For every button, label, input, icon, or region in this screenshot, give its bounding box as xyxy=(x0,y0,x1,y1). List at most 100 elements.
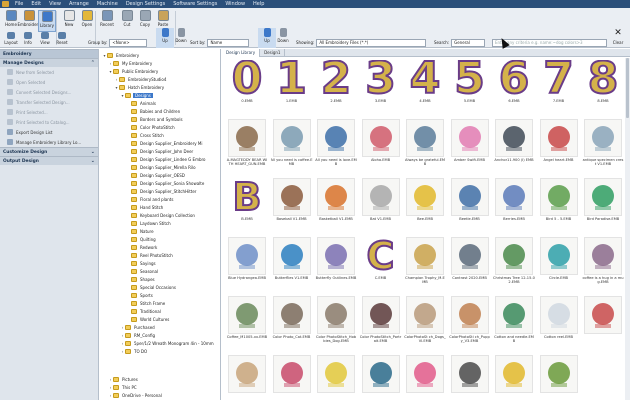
tab-design-library[interactable]: Design Library xyxy=(222,49,261,57)
design-tile[interactable]: Contrast 2020.EMB xyxy=(449,237,491,291)
task-convert-selected-designs[interactable]: Convert Selected Designs... xyxy=(0,87,98,97)
tree-node[interactable]: ▾ Embroidery xyxy=(102,51,140,59)
tree-node[interactable]: Nature xyxy=(126,227,155,235)
sort-down-button[interactable]: Down xyxy=(274,28,292,48)
design-tile[interactable]: Aloha.EMB xyxy=(360,119,402,173)
design-tile[interactable] xyxy=(493,355,535,400)
embroidery-button[interactable]: Embroidery xyxy=(17,10,41,32)
tree-node[interactable]: World Cultures xyxy=(126,315,170,323)
design-tile[interactable]: Cotton and needle.EMB xyxy=(493,296,535,350)
design-tile[interactable]: coffee is a hug in a mug.EMB xyxy=(582,237,624,291)
tree-node[interactable]: Laydown Stitch xyxy=(126,219,172,227)
showing-filter-select[interactable]: All Embroidery Files (*.*) xyxy=(316,38,427,47)
tree-node[interactable]: › OneDrive - Personal xyxy=(108,391,163,399)
tree-node[interactable]: Hand Stitch xyxy=(126,203,164,211)
design-tile[interactable]: Bat V1.EMB xyxy=(360,178,402,232)
cut-button[interactable]: Cut xyxy=(118,10,136,32)
open-button[interactable]: Open xyxy=(78,10,96,32)
copy-button[interactable]: Copy xyxy=(136,10,154,32)
design-tile[interactable]: Cotton reel.EMB xyxy=(538,296,580,350)
scrollbar-thumb[interactable] xyxy=(626,58,629,118)
menu-item-window[interactable]: Window xyxy=(221,0,249,8)
tree-node[interactable]: ▾ Designs xyxy=(120,91,153,99)
task-open-selected[interactable]: Open Selected xyxy=(0,77,98,87)
tree-node[interactable]: Floral and plants xyxy=(126,195,174,203)
design-tile[interactable]: Bird 5 - 5.EMB xyxy=(538,178,580,232)
design-tile[interactable]: 5 5.EMB xyxy=(449,60,491,114)
design-tile[interactable] xyxy=(226,355,268,400)
library-button[interactable]: Library xyxy=(38,10,56,32)
tree-node[interactable]: › TO DO xyxy=(120,347,148,355)
search-scope-select[interactable]: General xyxy=(451,38,486,47)
design-tile[interactable]: ColorPhotoSt ch_Dogs_VI.EMB xyxy=(404,296,446,350)
tree-node[interactable]: › RM_Config xyxy=(120,331,156,339)
design-tile[interactable] xyxy=(271,355,313,400)
tree-node[interactable]: › This PC xyxy=(108,383,138,391)
design-tile[interactable] xyxy=(582,296,624,350)
menu-item-machine[interactable]: Machine xyxy=(93,0,122,8)
tree-node[interactable]: Animals xyxy=(126,99,157,107)
design-tile[interactable]: Butterfly Outlines.EMB xyxy=(315,237,357,291)
design-tile[interactable]: 6 6.EMB xyxy=(493,60,535,114)
design-tile[interactable]: 8 8.EMB xyxy=(582,60,624,114)
collapse-icon[interactable]: ⌃ xyxy=(91,60,95,66)
tree-node[interactable]: Design Supplier_OESD xyxy=(126,171,186,179)
tree-node[interactable]: ▾ Hatch Embroidery xyxy=(114,83,165,91)
menu-item-help[interactable]: Help xyxy=(249,0,268,8)
design-tile[interactable]: 4 4.EMB xyxy=(404,60,446,114)
design-tile[interactable]: Christmas Tree 12-15-02.EMB xyxy=(493,237,535,291)
task-transfer-selected-design[interactable]: Transfer Selected Design... xyxy=(0,97,98,107)
tree-node[interactable]: Sports xyxy=(126,291,154,299)
task-new-from-selected[interactable]: New from Selected xyxy=(0,67,98,77)
design-tile[interactable]: Baseball V1.EMB xyxy=(271,178,313,232)
tree-node[interactable]: Stitch Frame xyxy=(126,299,166,307)
tree-node[interactable]: ▾ Public Embroidery xyxy=(108,67,159,75)
design-tile[interactable]: Color Photo_Cat.EMB xyxy=(271,296,313,350)
tree-node[interactable]: Babies and Children xyxy=(126,107,181,115)
design-tile[interactable]: Color PhotoStitch_Hobbies_Dog.EMB xyxy=(315,296,357,350)
tree-node[interactable]: Design Supplier_Mirella Rilo xyxy=(126,163,197,171)
design-tile[interactable] xyxy=(538,355,580,400)
task-print-selected-to-catalog[interactable]: Print Selected to Catalog... xyxy=(0,117,98,127)
info-view-button[interactable]: Info xyxy=(19,32,37,46)
task-print-selected[interactable]: Print Selected... xyxy=(0,107,98,117)
tree-node[interactable]: Reel PhotoStitch xyxy=(126,251,174,259)
tree-node[interactable]: › Purchased xyxy=(120,323,156,331)
tree-node[interactable]: › 5per/1/2 Wreath Monogram 4in - 10mm xyxy=(120,339,215,347)
design-tile[interactable]: Coffee_M1005-xx.EMB xyxy=(226,296,268,350)
tree-node[interactable]: › Pictures xyxy=(108,375,139,383)
tree-node[interactable]: Shapes xyxy=(126,275,156,283)
design-tile[interactable] xyxy=(360,355,402,400)
design-tile[interactable] xyxy=(315,355,357,400)
tree-node[interactable]: Design Supplier_StitchHitter xyxy=(126,187,197,195)
design-tile[interactable]: A-MAGTEDDY BEAR WITH HEART_GUN.EMB xyxy=(226,119,268,173)
new-button[interactable]: New xyxy=(60,10,78,32)
menu-item-arrange[interactable]: Arrange xyxy=(65,0,93,8)
design-tile[interactable]: Berries.EMB xyxy=(493,178,535,232)
design-tile[interactable] xyxy=(449,355,491,400)
manage-designs-header[interactable]: Manage Designs ⌃ xyxy=(0,58,98,67)
layout-view-button[interactable]: Layout xyxy=(2,32,20,46)
reset-view-button[interactable]: Reset xyxy=(53,32,71,46)
tree-node[interactable]: › EmbroideryStudio4 xyxy=(114,75,167,83)
design-tile[interactable]: Color PhotoStitch_Portrait.EMB xyxy=(360,296,402,350)
design-tile[interactable]: B B.EMB xyxy=(226,178,268,232)
design-tile[interactable]: 1 1.EMB xyxy=(271,60,313,114)
tree-node[interactable]: Special Occasions xyxy=(126,283,177,291)
design-tile[interactable]: antique specimen crest V1.EMB xyxy=(582,119,624,173)
design-tile[interactable]: All you need is coffee.EMB xyxy=(271,119,313,173)
view-view-button[interactable]: View xyxy=(36,32,54,46)
design-tile[interactable]: Always be grateful.EMB xyxy=(404,119,446,173)
tree-node[interactable]: Design Supplier_John Deer xyxy=(126,147,194,155)
design-tile[interactable]: Angel heart.EMB xyxy=(538,119,580,173)
design-tile[interactable]: Butterflies V1.EMB xyxy=(271,237,313,291)
design-tile[interactable]: Amber Swift.EMB xyxy=(449,119,491,173)
design-tile[interactable]: Circle.EMB xyxy=(538,237,580,291)
design-tile[interactable]: Blue Hydrangea.EMB xyxy=(226,237,268,291)
recent-button[interactable]: Recent xyxy=(98,10,116,32)
tree-node[interactable]: Traditional xyxy=(126,307,162,315)
design-tile[interactable]: Anchor11.900 (I) EMB xyxy=(493,119,535,173)
tree-node[interactable]: Sayings xyxy=(126,259,157,267)
design-tile[interactable]: All you need is love.EMB xyxy=(315,119,357,173)
tree-node[interactable]: Color PhotoStitch xyxy=(126,123,176,131)
